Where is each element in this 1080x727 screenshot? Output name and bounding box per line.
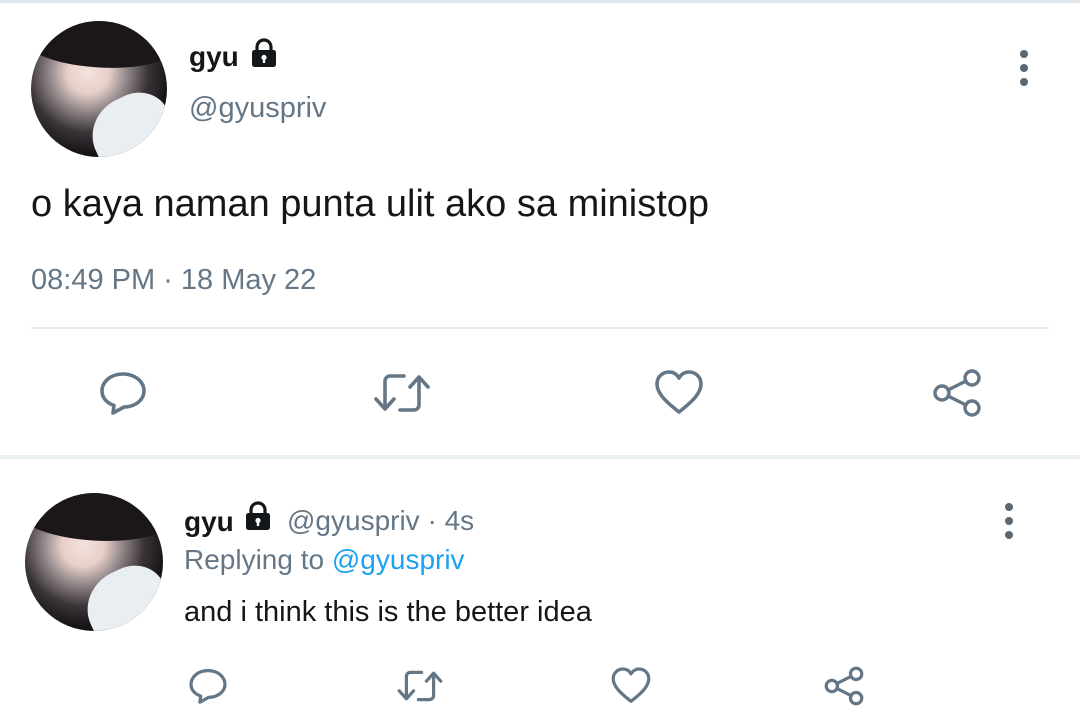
replying-to: Replying to @gyuspriv: [184, 542, 465, 578]
replying-to-handle-link[interactable]: @gyuspriv: [332, 544, 465, 575]
heart-icon: [655, 370, 703, 414]
reply-button[interactable]: [186, 664, 230, 708]
user-handle-time[interactable]: @gyuspriv · 4s: [287, 503, 474, 539]
tweet-text: and i think this is the better idea: [184, 596, 592, 628]
share-icon: [933, 369, 981, 417]
display-name[interactable]: gyu: [184, 505, 234, 539]
heart-icon: [611, 667, 651, 703]
user-handle[interactable]: @gyuspriv: [189, 90, 326, 126]
retweet-icon: [397, 670, 443, 702]
lock-icon: [246, 501, 270, 530]
reply-icon: [100, 372, 146, 415]
replying-to-label: Replying to: [184, 544, 325, 575]
like-button[interactable]: [609, 664, 653, 708]
avatar[interactable]: [31, 21, 167, 157]
reply-button[interactable]: [96, 366, 150, 420]
top-border: [0, 0, 1080, 3]
retweet-icon: [374, 374, 430, 412]
more-vertical-icon[interactable]: [1018, 50, 1030, 86]
tweet-timestamp[interactable]: 08:49 PM · 18 May 22: [31, 262, 316, 298]
retweet-button[interactable]: [395, 664, 445, 708]
section-separator: [0, 455, 1080, 459]
reply-icon: [189, 669, 227, 704]
retweet-button[interactable]: [372, 366, 432, 420]
share-button[interactable]: [822, 664, 866, 708]
more-vertical-icon[interactable]: [1003, 503, 1015, 539]
lock-icon: [252, 38, 276, 67]
tweet-text: o kaya naman punta ulit ako sa ministop: [31, 183, 710, 225]
share-button[interactable]: [930, 366, 984, 420]
share-icon: [824, 666, 864, 706]
avatar[interactable]: [25, 493, 163, 631]
divider: [31, 327, 1049, 329]
display-name[interactable]: gyu: [189, 40, 239, 74]
like-button[interactable]: [652, 366, 706, 420]
